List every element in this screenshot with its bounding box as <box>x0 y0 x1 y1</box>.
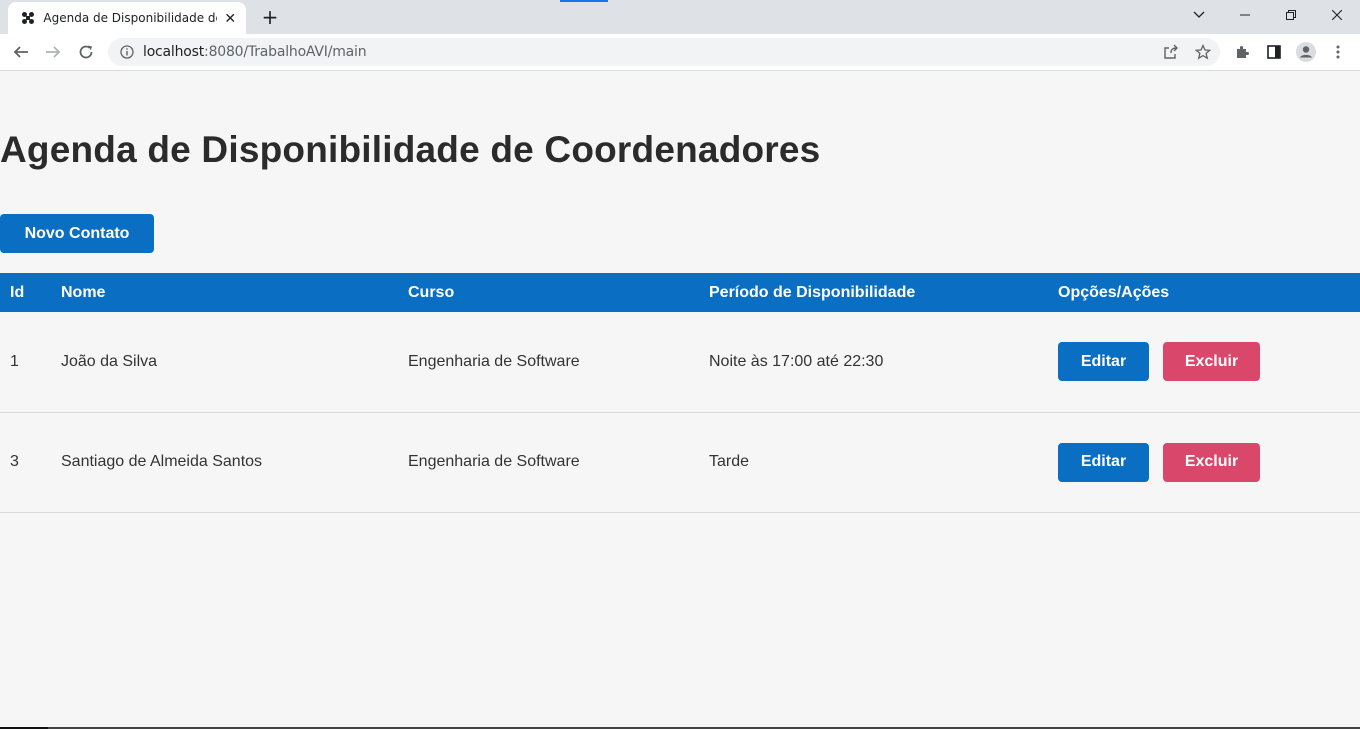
site-info-icon[interactable] <box>119 44 135 60</box>
row-actions: Editar Excluir <box>1058 442 1360 482</box>
table-row: 3 Santiago de Almeida Santos Engenharia … <box>0 412 1360 512</box>
close-icon[interactable]: ✕ <box>223 10 238 26</box>
new-contact-button[interactable]: Novo Contato <box>0 214 154 253</box>
cell-curso: Engenharia de Software <box>408 352 580 370</box>
edit-button[interactable]: Editar <box>1058 342 1149 382</box>
cell-nome: João da Silva <box>61 352 158 370</box>
page-content: Agenda de Disponibilidade de Coordenador… <box>0 71 1360 729</box>
address-bar-actions <box>1160 42 1214 62</box>
close-window-icon[interactable] <box>1314 0 1360 30</box>
cell-nome: Santiago de Almeida Santos <box>61 453 263 470</box>
cell-curso: Engenharia de Software <box>408 453 580 470</box>
cell-id: 1 <box>10 352 19 370</box>
back-arrow-icon[interactable] <box>8 39 34 65</box>
cell-periodo: Tarde <box>709 453 750 470</box>
url-path: :8080/TrabalhoAVI/main <box>204 44 367 60</box>
menu-kebab-icon[interactable] <box>1326 40 1350 64</box>
extensions-puzzle-icon[interactable] <box>1230 40 1254 64</box>
cell-periodo: Noite às 17:00 até 22:30 <box>709 352 884 370</box>
minimize-icon[interactable] <box>1222 0 1268 30</box>
new-tab-button[interactable]: + <box>256 5 284 29</box>
page-title: Agenda de Disponibilidade de Coordenador… <box>0 129 821 170</box>
tab-search-icon[interactable] <box>1176 0 1222 30</box>
restore-icon[interactable] <box>1268 0 1314 30</box>
window-controls <box>1176 0 1360 30</box>
header-id: Id <box>10 283 25 301</box>
cell-id: 3 <box>10 453 19 470</box>
header-periodo: Período de Disponibilidade <box>709 283 916 301</box>
reload-icon[interactable] <box>73 39 99 65</box>
header-nome: Nome <box>61 283 106 301</box>
url-text: localhost:8080/TrabalhoAVI/main <box>143 44 367 60</box>
forward-arrow-icon[interactable] <box>40 39 66 65</box>
tab-title: Agenda de Disponibilidade de Coordenador… <box>43 11 216 25</box>
table-row: 1 João da Silva Engenharia de Software N… <box>0 312 1360 412</box>
header-acoes: Opções/Ações <box>1058 283 1170 301</box>
url-host: localhost <box>143 44 205 60</box>
side-panel-icon[interactable] <box>1262 40 1286 64</box>
share-icon[interactable] <box>1160 42 1182 62</box>
delete-button[interactable]: Excluir <box>1163 342 1260 382</box>
cell-actions: Editar Excluir <box>1058 312 1360 412</box>
browser-tab[interactable]: Agenda de Disponibilidade de Coordenador… <box>8 2 246 34</box>
bookmark-star-icon[interactable] <box>1192 42 1214 62</box>
favicon-icon <box>20 10 35 26</box>
extension-icons <box>1230 40 1350 64</box>
coordinators-table: Id Nome Curso Período de Disponibilidade… <box>0 273 1360 513</box>
row-actions: Editar Excluir <box>1058 342 1360 382</box>
profile-avatar-icon[interactable] <box>1294 40 1318 64</box>
table-header-row: Id Nome Curso Período de Disponibilidade… <box>0 273 1360 312</box>
tab-accent <box>560 0 608 2</box>
cell-actions: Editar Excluir <box>1058 412 1360 512</box>
header-curso: Curso <box>408 283 455 301</box>
address-bar[interactable]: localhost:8080/TrabalhoAVI/main <box>108 38 1220 66</box>
delete-button[interactable]: Excluir <box>1163 442 1260 482</box>
edit-button[interactable]: Editar <box>1058 442 1149 482</box>
browser-toolbar: localhost:8080/TrabalhoAVI/main <box>0 34 1360 71</box>
browser-tabstrip: Agenda de Disponibilidade de Coordenador… <box>0 0 1360 34</box>
